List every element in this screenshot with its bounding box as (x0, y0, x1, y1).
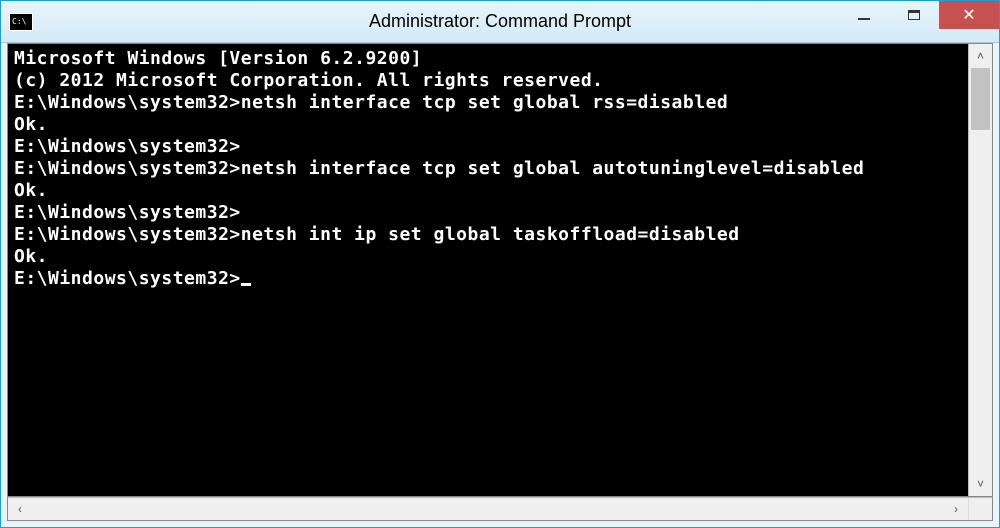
vscroll-track[interactable] (969, 68, 992, 472)
cmd-icon (9, 13, 33, 31)
command-text: netsh interface tcp set global autotunin… (241, 158, 865, 179)
scrollbar-corner (968, 498, 992, 520)
command-text: netsh interface tcp set global rss=disab… (241, 92, 729, 113)
vscroll-thumb[interactable] (971, 68, 990, 130)
prompt-text: E:\Windows\system32> (14, 268, 241, 289)
hscroll-track[interactable] (32, 498, 944, 520)
console-line: E:\Windows\system32>netsh interface tcp … (14, 92, 962, 114)
console-line: E:\Windows\system32> (14, 202, 962, 224)
close-icon: ✕ (962, 5, 975, 25)
console-line: Ok. (14, 246, 962, 268)
console-line: E:\Windows\system32>netsh int ip set glo… (14, 224, 962, 246)
prompt-text: E:\Windows\system32> (14, 158, 241, 179)
console-line: Ok. (14, 114, 962, 136)
command-text: netsh int ip set global taskoffload=disa… (241, 224, 740, 245)
console-line: (c) 2012 Microsoft Corporation. All righ… (14, 70, 962, 92)
horizontal-scrollbar[interactable]: ‹ › (7, 497, 993, 521)
minimize-button[interactable] (839, 1, 889, 29)
scroll-left-arrow-icon[interactable]: ‹ (8, 498, 32, 520)
console-line: E:\Windows\system32> (14, 136, 962, 158)
prompt-text: E:\Windows\system32> (14, 224, 241, 245)
console-line: E:\Windows\system32> (14, 268, 962, 290)
scroll-down-arrow-icon[interactable]: ˅ (969, 472, 992, 496)
maximize-icon (908, 10, 920, 20)
console-line: E:\Windows\system32>netsh interface tcp … (14, 158, 962, 180)
console-line: Ok. (14, 180, 962, 202)
console-output[interactable]: Microsoft Windows [Version 6.2.9200](c) … (8, 44, 968, 496)
close-button[interactable]: ✕ (939, 1, 999, 29)
client-area: Microsoft Windows [Version 6.2.9200](c) … (1, 43, 999, 527)
maximize-button[interactable] (889, 1, 939, 29)
console-line: Microsoft Windows [Version 6.2.9200] (14, 48, 962, 70)
minimize-icon (858, 18, 870, 20)
window-controls: ✕ (839, 1, 999, 31)
window-frame: Administrator: Command Prompt ✕ Microsof… (0, 0, 1000, 528)
cursor (241, 283, 251, 286)
scroll-right-arrow-icon[interactable]: › (944, 498, 968, 520)
prompt-text: E:\Windows\system32> (14, 92, 241, 113)
console-wrap: Microsoft Windows [Version 6.2.9200](c) … (7, 43, 993, 497)
scroll-up-arrow-icon[interactable]: ˄ (969, 44, 992, 68)
vertical-scrollbar[interactable]: ˄ ˅ (968, 44, 992, 496)
titlebar[interactable]: Administrator: Command Prompt ✕ (1, 1, 999, 43)
